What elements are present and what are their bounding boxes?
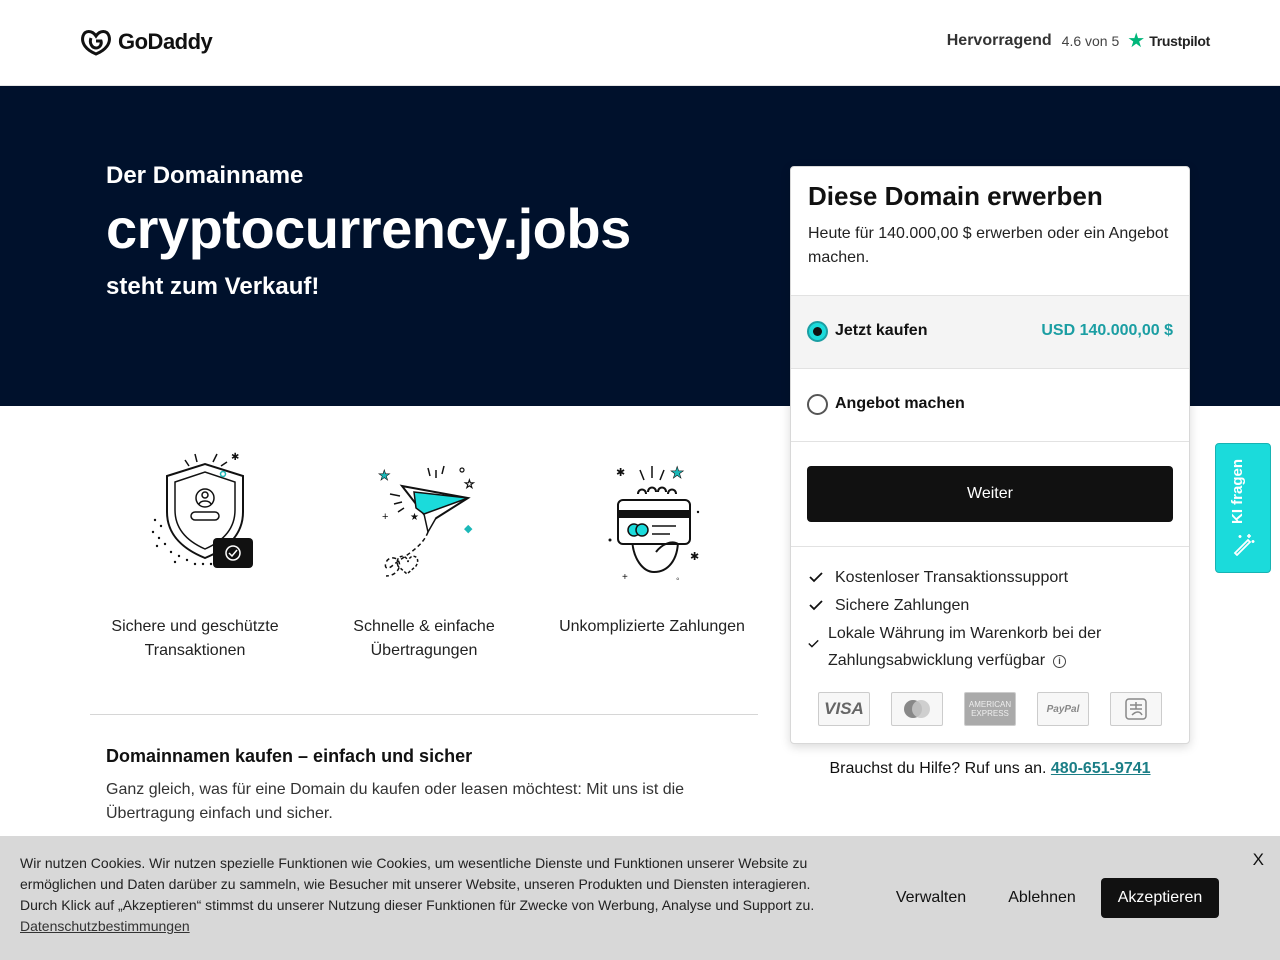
benefits-list: Kostenloser Transaktionssupport Sichere …	[807, 564, 1177, 675]
radio-buy-now[interactable]	[807, 321, 828, 342]
cookie-banner: Wir nutzen Cookies. Wir nutzen spezielle…	[0, 836, 1280, 960]
svg-text:◦: ◦	[676, 574, 680, 585]
feature-payments: ★ ✱ ✱ + ◦ Unkomplizierte Zahlungen	[547, 440, 757, 639]
trustpilot-brand: Trustpilot	[1149, 33, 1210, 49]
radio-make-offer[interactable]	[807, 394, 828, 415]
feature-text: Schnelle & einfache Übertragungen	[353, 618, 495, 659]
svg-text:★: ★	[410, 512, 419, 523]
card-hand-icon: ★ ✱ ✱ + ◦	[608, 465, 699, 585]
card-title: Diese Domain erwerben	[808, 181, 1103, 211]
svg-text:✱: ✱	[690, 551, 699, 563]
trustpilot-rating[interactable]: Hervorragend 4.6 von 5 ★ Trustpilot	[946, 30, 1211, 52]
option-make-offer[interactable]: Angebot machen	[791, 368, 1189, 441]
amex-icon: AMERICAN EXPRESS	[964, 692, 1016, 726]
list-item: Sichere Zahlungen	[807, 592, 1177, 619]
purchase-card: Diese Domain erwerben Heute für 140.000,…	[790, 166, 1190, 744]
checkmark-icon	[809, 572, 823, 583]
svg-text:★: ★	[378, 467, 391, 483]
mastercard-icon	[891, 692, 943, 726]
cookie-close-button[interactable]: X	[1253, 850, 1264, 870]
paypal-icon: PayPal	[1037, 692, 1089, 726]
accept-cookies-button[interactable]: Akzeptieren	[1101, 878, 1219, 918]
decline-cookies-button[interactable]: Ablehnen	[996, 878, 1088, 918]
ask-ai-button[interactable]: KI fragen	[1215, 443, 1271, 573]
domain-name-heading: cryptocurrency.jobs	[106, 197, 631, 260]
trustpilot-label: Hervorragend	[946, 32, 1052, 49]
magic-wand-icon	[1233, 534, 1255, 556]
info-icon[interactable]: i	[1053, 655, 1067, 668]
svg-text:+: +	[382, 511, 388, 523]
card-description: Heute für 140.000,00 $ erwerben oder ein…	[808, 225, 1169, 266]
paper-plane-icon: ★ ★ ☆ + ◆	[378, 465, 475, 577]
option-label: Jetzt kaufen	[835, 322, 928, 339]
benefit-text: Kostenloser Transaktionssupport	[835, 569, 1069, 586]
star-icon: ★	[1127, 30, 1146, 52]
option-label: Angebot machen	[835, 395, 965, 412]
checkmark-icon	[809, 600, 823, 611]
alipay-icon	[1110, 692, 1162, 726]
hero-kicker: Der Domainname	[106, 162, 304, 189]
feature-secure: ✱ Sichere und geschützte Transaktionen	[90, 440, 300, 663]
svg-text:+: +	[622, 572, 628, 583]
cta-divider	[791, 546, 1189, 547]
continue-button[interactable]: Weiter	[807, 466, 1173, 522]
visa-icon: VISA	[818, 692, 870, 726]
cookie-text: Wir nutzen Cookies. Wir nutzen spezielle…	[20, 853, 830, 937]
feature-text: Unkomplizierte Zahlungen	[559, 618, 745, 635]
svg-text:☆: ☆	[464, 477, 475, 491]
svg-text:★: ★	[670, 465, 684, 482]
hero-subtitle: steht zum Verkauf!	[106, 273, 320, 300]
feature-text: Sichere und geschützte Transaktionen	[111, 618, 279, 659]
godaddy-logo[interactable]: GoDaddy	[80, 28, 213, 56]
ask-ai-label: KI fragen	[1229, 458, 1246, 524]
feature-fast: ★ ★ ☆ + ◆ Schnelle & einfache Übertragun…	[319, 440, 529, 663]
option-buy-now[interactable]: Jetzt kaufen USD 140.000,00 $	[791, 295, 1189, 368]
benefit-text: Sichere Zahlungen	[835, 597, 970, 614]
help-text: Brauchst du Hilfe? Ruf uns an.	[829, 760, 1047, 777]
svg-text:✱: ✱	[616, 467, 625, 479]
section-divider	[90, 714, 758, 715]
help-line: Brauchst du Hilfe? Ruf uns an. 480-651-9…	[790, 760, 1190, 778]
cookie-message: Wir nutzen Cookies. Wir nutzen spezielle…	[20, 855, 815, 913]
logo-text: GoDaddy	[118, 29, 213, 54]
list-item: Lokale Währung im Warenkorb bei der Zahl…	[807, 620, 1177, 674]
list-item: Kostenloser Transaktionssupport	[807, 564, 1177, 591]
trustpilot-score: 4.6 von 5	[1061, 33, 1120, 49]
godaddy-logo-icon	[81, 30, 111, 56]
checkmark-icon	[808, 639, 819, 648]
svg-text:✱: ✱	[231, 452, 239, 463]
top-header: GoDaddy Hervorragend 4.6 von 5 ★ Trustpi…	[0, 0, 1280, 86]
payment-methods: VISA AMERICAN EXPRESS PayPal	[818, 692, 1162, 726]
phone-link[interactable]: 480-651-9741	[1051, 760, 1151, 777]
svg-text:◆: ◆	[464, 523, 473, 535]
manage-cookies-button[interactable]: Verwalten	[880, 878, 982, 918]
shield-check-icon: ✱	[151, 452, 253, 568]
info-text: Ganz gleich, was für eine Domain du kauf…	[106, 781, 685, 822]
features-row: ✱ Sichere und geschützte Transaktionen ★…	[90, 440, 760, 670]
option-price: USD 140.000,00 $	[1041, 322, 1173, 339]
privacy-policy-link[interactable]: Datenschutzbestimmungen	[20, 918, 190, 934]
option-divider	[791, 441, 1189, 442]
info-title: Domainnamen kaufen – einfach und sicher	[106, 746, 473, 766]
